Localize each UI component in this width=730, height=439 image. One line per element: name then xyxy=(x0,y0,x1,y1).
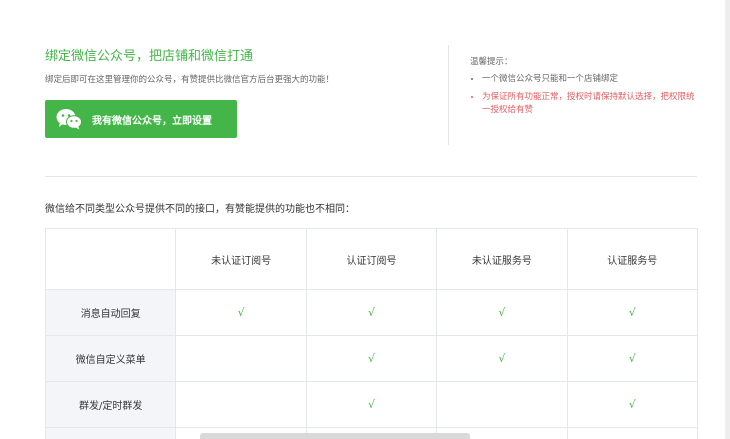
table-header-cell: 未认证服务号 xyxy=(436,228,568,290)
section-divider xyxy=(45,176,697,177)
wechat-icon xyxy=(56,109,82,130)
feature-cell: 消息自动回复 xyxy=(44,289,177,336)
bind-title: 绑定微信公众号，把店铺和微信打通 xyxy=(45,49,254,64)
table-header-cell xyxy=(44,228,177,290)
bind-description: 绑定后即可在这里管理你的公众号，有赞提供比微信官方后台更强大的功能！ xyxy=(45,75,335,85)
check-cell: √ xyxy=(436,335,568,382)
setup-button-label: 我有微信公众号，立即设置 xyxy=(92,116,212,127)
tip-item: 一个微信公众号只能和一个店铺绑定 xyxy=(482,73,700,86)
page: 绑定微信公众号，把店铺和微信打通 绑定后即可在这里管理你的公众号，有赞提供比微信… xyxy=(0,0,725,439)
table-header-cell: 认证订阅号 xyxy=(305,228,438,290)
check-cell: √ xyxy=(305,381,438,428)
table-header-row: 未认证订阅号 认证订阅号 未认证服务号 认证服务号 xyxy=(44,228,699,290)
check-cell xyxy=(566,427,699,439)
feature-cell: 群发/定时群发 xyxy=(44,381,177,428)
table-row: 群发/定时群发 √ √ xyxy=(44,381,699,428)
check-cell: √ xyxy=(566,335,699,382)
check-cell: √ xyxy=(175,289,307,336)
scroll-shadow xyxy=(200,433,470,439)
comparison-title: 微信给不同类型公众号提供不同的接口，有赞能提供的功能也不相同： xyxy=(45,204,355,215)
tips-list: 一个微信公众号只能和一个店铺绑定 为保证所有功能正常，授权时请保持默认选择，把权… xyxy=(470,73,700,117)
check-cell: √ xyxy=(436,289,568,336)
comparison-table: 未认证订阅号 认证订阅号 未认证服务号 认证服务号 消息自动回复 √ √ √ √… xyxy=(44,228,699,439)
table-row: 消息自动回复 √ √ √ √ xyxy=(44,289,699,336)
table-header-cell: 未认证订阅号 xyxy=(175,228,307,290)
tip-item-warning: 为保证所有功能正常，授权时请保持默认选择，把权限统一授权给有赞 xyxy=(482,91,700,117)
check-cell: √ xyxy=(566,289,699,336)
table-row: 微信自定义菜单 √ √ √ xyxy=(44,335,699,382)
check-cell xyxy=(436,381,568,428)
check-cell xyxy=(175,381,307,428)
check-cell: √ xyxy=(305,289,438,336)
check-cell xyxy=(175,335,307,382)
vertical-divider xyxy=(448,45,449,145)
setup-wechat-button[interactable]: 我有微信公众号，立即设置 xyxy=(45,100,237,138)
tips-panel: 温馨提示： 一个微信公众号只能和一个店铺绑定 为保证所有功能正常，授权时请保持默… xyxy=(470,55,700,117)
check-cell: √ xyxy=(566,381,699,428)
feature-cell xyxy=(44,427,177,439)
table-header-cell: 认证服务号 xyxy=(566,228,699,290)
feature-cell: 微信自定义菜单 xyxy=(44,335,177,382)
tips-title: 温馨提示： xyxy=(470,57,513,67)
check-cell: √ xyxy=(305,335,438,382)
